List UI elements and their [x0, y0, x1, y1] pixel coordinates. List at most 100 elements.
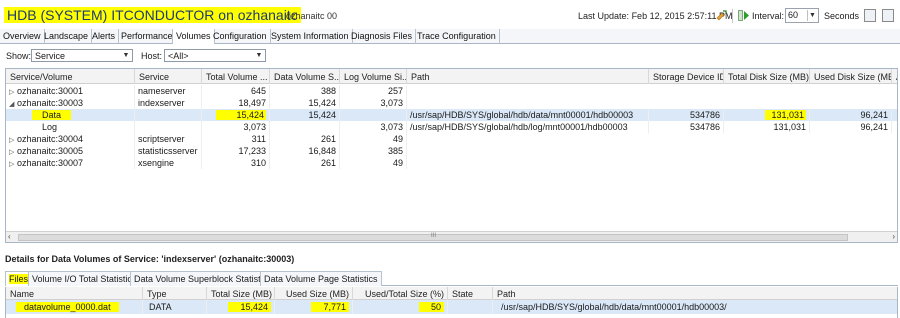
service-volume-cell: Log [6, 121, 135, 133]
file-pct-value: 50 [418, 302, 444, 312]
table-row[interactable]: ▷ ozhanaitc:30007 xsengine 310 261 49 [6, 157, 897, 169]
data-volume-cell: 15,424 [270, 97, 340, 109]
tab-diagnosis-files[interactable]: Diagnosis Files [348, 29, 417, 44]
col-state[interactable]: State [448, 287, 493, 300]
col-total-volume[interactable]: Total Volume ... [202, 69, 270, 84]
col-name[interactable]: Name [6, 287, 143, 300]
tree-collapsed-icon[interactable]: ▷ [9, 88, 17, 96]
total-volume-cell: 311 [202, 133, 270, 145]
table-view-icon[interactable] [864, 9, 876, 22]
data-volume-cell: 261 [270, 157, 340, 169]
table-row[interactable]: ▷ ozhanaitc:30004 scriptserver 311 261 49 [6, 133, 897, 145]
scroll-right-icon[interactable]: › [892, 232, 895, 241]
col-used-total-pct[interactable]: Used/Total Size (%) [353, 287, 448, 300]
col-storage-device-id[interactable]: Storage Device ID [649, 69, 724, 84]
col-service[interactable]: Service [135, 69, 202, 84]
table-row[interactable]: ▷ ozhanaitc:30001 nameserver 645 388 257 [6, 85, 897, 97]
log-volume-cell: 3,073 [340, 121, 407, 133]
used-disk-cell: 96,241 [810, 109, 892, 121]
file-used-cell: 7,771 [275, 300, 353, 314]
tab-landscape[interactable]: Landscape [41, 29, 93, 44]
service-cell: xsengine [135, 157, 202, 169]
service-cell [135, 121, 202, 133]
tab-system-information[interactable]: System Information [268, 29, 353, 44]
storage-device-cell: 534786 [649, 121, 724, 133]
refresh-icon[interactable] [715, 9, 727, 21]
file-type-cell: DATA [143, 300, 207, 314]
export-icon[interactable] [882, 9, 894, 22]
col-data-volume[interactable]: Data Volume S... [270, 69, 340, 84]
col-overflow[interactable]: A [892, 69, 897, 84]
table-row-selected[interactable]: Data 15,424 15,424 /usr/sap/HDB/SYS/glob… [6, 109, 897, 121]
col-used-size[interactable]: Used Size (MB) [275, 287, 353, 300]
toolbar-separator [732, 9, 733, 23]
host-value: <All> [168, 51, 189, 61]
tree-collapsed-icon[interactable]: ▷ [9, 136, 17, 144]
tab-performance[interactable]: Performance [118, 29, 177, 44]
file-total-value: 15,424 [228, 302, 271, 312]
table-row[interactable]: Log 3,073 3,073 /usr/sap/HDB/SYS/global/… [6, 121, 897, 133]
col-service-volume[interactable]: Service/Volume [6, 69, 135, 84]
filter-row: Show: Service ▼ Host: <All> ▼ [0, 47, 900, 64]
tree-collapsed-icon[interactable]: ▷ [9, 148, 17, 156]
horizontal-scrollbar[interactable]: ‹ III › [6, 231, 897, 242]
table-row[interactable]: ◢ ozhanaitc:30003 indexserver 18,497 15,4… [6, 97, 897, 109]
interval-select[interactable]: 60 ▼ [785, 8, 819, 23]
scroll-grip: III [431, 233, 437, 239]
log-volume-cell: 49 [340, 133, 407, 145]
tab-trace-configuration[interactable]: Trace Configuration [414, 29, 500, 44]
host-select[interactable]: <All> ▼ [164, 49, 266, 62]
total-volume-cell: 645 [202, 85, 270, 97]
total-volume-cell: 17,233 [202, 145, 270, 157]
scroll-left-icon[interactable]: ‹ [8, 232, 11, 241]
service-volume-cell: ◢ ozhanaitc:30003 [6, 97, 135, 109]
service-volume-cell: ▷ ozhanaitc:30004 [6, 133, 135, 145]
interval-value: 60 [788, 10, 799, 20]
file-row[interactable]: datavolume_0000.dat DATA 15,424 7,771 50… [6, 300, 897, 314]
row-name: ozhanaitc:30007 [17, 158, 84, 168]
tab-configuration[interactable]: Configuration [210, 29, 271, 44]
col-type[interactable]: Type [143, 287, 207, 300]
table-row[interactable]: ▷ ozhanaitc:30005 statisticsserver 17,233… [6, 145, 897, 157]
log-volume-cell: 49 [340, 157, 407, 169]
col-file-path[interactable]: Path [493, 287, 897, 300]
total-disk-cell: 131,031 [724, 109, 810, 121]
tree-expanded-icon[interactable]: ◢ [9, 100, 17, 108]
total-volume-value: 15,424 [216, 110, 266, 120]
col-total-size[interactable]: Total Size (MB) [207, 287, 275, 300]
tree-collapsed-icon[interactable]: ▷ [9, 160, 17, 168]
chevron-down-icon: ▼ [122, 52, 130, 59]
last-update-label: Last Update: [578, 11, 630, 21]
data-volume-cell [270, 121, 340, 133]
row-name: ozhanaitc:30005 [17, 146, 84, 156]
service-volume-cell: ▷ ozhanaitc:30007 [6, 157, 135, 169]
file-total-cell: 15,424 [207, 300, 275, 314]
editor-tabs: Overview Landscape Alerts Performance Vo… [0, 29, 900, 44]
tab-volume-io-total-statistics[interactable]: Volume I/O Total Statistics [28, 271, 141, 286]
tab-alerts[interactable]: Alerts [89, 29, 120, 44]
tab-overview[interactable]: Overview [0, 29, 45, 44]
file-name-cell: datavolume_0000.dat [6, 300, 143, 314]
col-path[interactable]: Path [407, 69, 649, 84]
table-header: Service/Volume Service Total Volume ... … [6, 69, 897, 84]
chevron-down-icon: ▼ [807, 10, 817, 21]
total-disk-cell: 131,031 [724, 121, 810, 133]
tab-volumes[interactable]: Volumes [172, 29, 215, 44]
details-title: Details for Data Volumes of Service: 'in… [5, 254, 295, 264]
total-volume-cell: 3,073 [202, 121, 270, 133]
col-log-volume[interactable]: Log Volume Si... [340, 69, 407, 84]
show-value: Service [35, 51, 66, 61]
file-name-value: datavolume_0000.dat [16, 302, 119, 312]
col-used-disk-size[interactable]: Used Disk Size (MB) [810, 69, 892, 84]
total-disk-value: 131,031 [765, 110, 806, 120]
row-name: ozhanaitc:30004 [17, 134, 84, 144]
show-select[interactable]: Service ▼ [31, 49, 133, 62]
details-tabs: Files Volume I/O Total Statistics Data V… [5, 271, 898, 286]
auto-refresh-play-icon[interactable] [738, 10, 750, 21]
col-total-disk-size[interactable]: Total Disk Size (MB) [724, 69, 810, 84]
tab-data-volume-superblock-statistics[interactable]: Data Volume Superblock Statistics [130, 271, 276, 286]
interval-label: Interval: [752, 11, 785, 21]
service-cell [135, 109, 202, 121]
total-volume-cell: 310 [202, 157, 270, 169]
tab-data-volume-page-statistics[interactable]: Data Volume Page Statistics [260, 271, 382, 286]
